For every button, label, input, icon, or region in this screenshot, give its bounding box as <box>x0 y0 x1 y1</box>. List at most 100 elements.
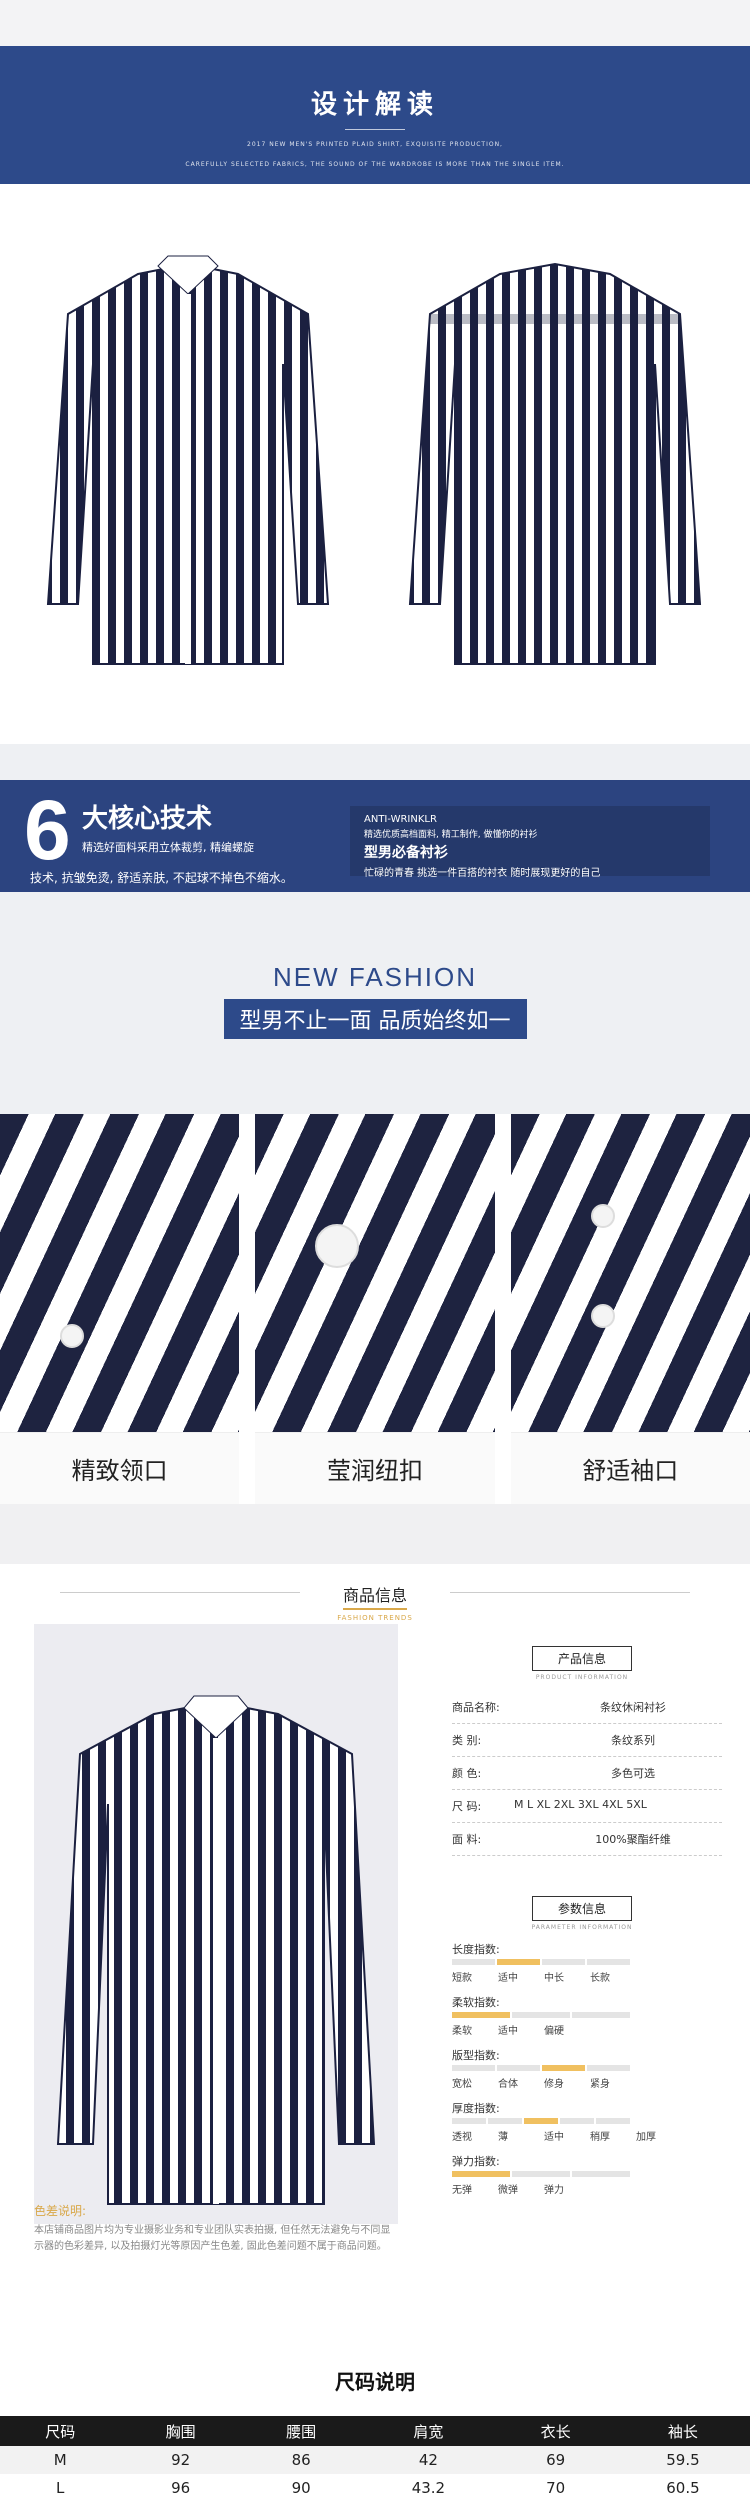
param-bar-segment <box>587 1959 630 1965</box>
detail-gallery: 精致领口 莹润纽扣 舒适袖口 <box>0 1114 750 1504</box>
shirt-back-image <box>408 262 702 665</box>
size-header-cell: 胸围 <box>120 2416 241 2446</box>
product-detail-page: 设计解读 2017 NEW MEN'S PRINTED PLAID SHIRT,… <box>0 0 750 2498</box>
detail-caption: 舒适袖口 <box>510 1432 750 1504</box>
info-key: 颜 色: <box>452 1767 482 1780</box>
button-image <box>315 1224 360 1268</box>
button-photo <box>255 1114 495 1432</box>
param-bar-segment <box>488 2118 522 2124</box>
param-item: 弹力指数: 无弹 微弹 弹力 <box>452 2153 750 2196</box>
info-row: 颜 色: 多色可选 <box>452 1757 722 1790</box>
size-cell: L <box>56 2479 65 2497</box>
info-rows: 商品名称: 条纹休闲衬衫 类 别: 条纹系列 颜 色: 多色可选 尺 码: M L XL… <box>452 1691 750 1856</box>
param-bar <box>452 2171 632 2177</box>
size-cell: 90 <box>291 2479 311 2497</box>
size-header-cell: 肩宽 <box>361 2416 496 2446</box>
param-item: 柔软指数: 柔软 适中 偏硬 <box>452 1994 750 2037</box>
param-bar <box>452 1959 632 1965</box>
info-value: 条纹休闲衬衫 <box>600 1701 666 1714</box>
param-option: 适中 <box>498 1973 518 1984</box>
param-options: 宽松 合体 修身 紧身 <box>452 2075 750 2090</box>
param-bar <box>452 2118 632 2124</box>
tech-right-line-1: 精选优质高档面料, 精工制作, 做懂你的衬衫 <box>364 830 538 840</box>
detail-caption: 莹润纽扣 <box>255 1432 495 1504</box>
size-cell: 70 <box>546 2479 566 2497</box>
size-cell: 42 <box>361 2446 496 2474</box>
info-row: 商品名称: 条纹休闲衬衫 <box>452 1691 722 1724</box>
param-options: 无弹 微弹 弹力 <box>452 2181 750 2196</box>
param-option: 合体 <box>498 2079 518 2090</box>
size-cell: 59.5 <box>615 2446 750 2474</box>
size-table-body: M 92 86 42 69 59.5 L 96 90 43.2 70 60.5 <box>0 2446 750 2498</box>
button-image <box>590 1204 615 1228</box>
info-value: M L XL 2XL 3XL 4XL 5XL <box>514 1798 647 1811</box>
param-bar-segment <box>596 2118 630 2124</box>
param-bar-segment <box>452 1959 495 1965</box>
param-bar <box>452 2065 632 2071</box>
size-header-cell: 尺码 <box>0 2416 121 2446</box>
fashion-title: NEW FASHION <box>272 962 477 992</box>
info-key: 面 料: <box>452 1833 482 1846</box>
param-options: 短款 适中 中长 长款 <box>452 1969 750 1984</box>
shirt-photo-image <box>56 1695 376 2205</box>
param-box-subtitle: PARAMETER INFORMATION <box>531 1924 633 1931</box>
param-bar <box>452 2012 632 2018</box>
param-option: 弹力 <box>544 2185 564 2196</box>
param-box-title: 参数信息 <box>532 1896 632 1921</box>
button-image <box>60 1324 84 1348</box>
tech-gap <box>0 744 750 780</box>
param-key: 弹力指数: <box>452 2155 500 2168</box>
param-option: 薄 <box>498 2132 508 2143</box>
banner-rule <box>345 129 405 130</box>
detail-cuff: 舒适袖口 <box>510 1114 750 1504</box>
info-value: 多色可选 <box>611 1767 655 1780</box>
size-row: L 96 90 43.2 70 60.5 <box>0 2474 750 2498</box>
param-option: 适中 <box>544 2132 564 2143</box>
banner-title: 设计解读 <box>310 90 439 120</box>
collar-photo <box>0 1114 240 1432</box>
param-option: 宽松 <box>452 2079 472 2090</box>
param-key: 厚度指数: <box>452 2102 500 2115</box>
param-option: 无弹 <box>452 2185 472 2196</box>
tech-line-1: 精选好面料采用立体裁剪, 精编螺旋 <box>82 841 254 854</box>
param-bar-segment <box>587 2065 630 2071</box>
size-table-header: 尺码 胸围 腰围 肩宽 衣长 袖长 <box>0 2416 750 2446</box>
param-key: 柔软指数: <box>452 1996 500 2009</box>
tech-title: 大核心技术 <box>82 804 213 834</box>
param-option: 透视 <box>452 2132 472 2143</box>
info-box-title: 产品信息 <box>532 1646 632 1671</box>
param-bar-segment <box>560 2118 594 2124</box>
size-header-cell: 袖长 <box>615 2416 750 2446</box>
tech-line-2: 技术, 抗皱免烫, 舒适亲肤, 不起球不掉色不缩水。 <box>30 871 293 885</box>
param-bar-segment <box>524 2118 558 2124</box>
product-info-title: 商品信息 <box>342 1582 407 1610</box>
size-cell: 96 <box>171 2479 191 2497</box>
size-table: 尺码 胸围 腰围 肩宽 衣长 袖长 M 92 86 42 69 59.5 L 96 90 43.2 70 60.… <box>0 2416 750 2498</box>
param-option: 微弹 <box>498 2185 518 2196</box>
cuff-photo <box>510 1114 750 1432</box>
param-key: 版型指数: <box>452 2049 500 2062</box>
param-option: 紧身 <box>590 2079 610 2090</box>
design-banner: 设计解读 2017 NEW MEN'S PRINTED PLAID SHIRT,… <box>0 46 750 184</box>
header-line-left <box>60 1592 300 1593</box>
tech-right-line-2: 型男必备衬衫 <box>364 845 448 861</box>
tech-right-panel: ANTI-WRINKLR 精选优质高档面料, 精工制作, 做懂你的衬衫 型男必备… <box>350 806 710 879</box>
param-bar-segment <box>452 2118 486 2124</box>
size-cell: 43.2 <box>411 2479 446 2497</box>
param-option: 稍厚 <box>590 2132 610 2143</box>
color-note: 色差说明: 本店铺商品图片均为专业摄影业务和专业团队实表拍摄, 但任然无法避免与… <box>34 2202 398 2255</box>
param-option: 修身 <box>544 2079 564 2090</box>
size-title: 尺码说明 <box>335 2370 415 2394</box>
top-strip <box>0 0 750 46</box>
info-row: 类 别: 条纹系列 <box>452 1724 722 1757</box>
param-option: 偏硬 <box>544 2026 564 2037</box>
param-bar-segment <box>542 2065 585 2071</box>
param-item: 长度指数: 短款 适中 中长 长款 <box>452 1941 750 1984</box>
shirt-front-image <box>46 255 330 665</box>
new-fashion-section: NEW FASHION 型男不止一面 品质始终如一 <box>0 892 750 1114</box>
detail-caption: 精致领口 <box>0 1432 240 1504</box>
param-bar-segment <box>572 2171 630 2177</box>
param-list: 长度指数: 短款 适中 中长 长款 柔软指数: 柔软 适中 偏硬版型指数: 宽松 合体 修身 紧身厚度指… <box>452 1941 750 2196</box>
shirt-front-back-display <box>0 184 750 744</box>
core-tech-banner: 6 大核心技术 精选好面料采用立体裁剪, 精编螺旋 技术, 抗皱免烫, 舒适亲肤… <box>0 780 750 892</box>
